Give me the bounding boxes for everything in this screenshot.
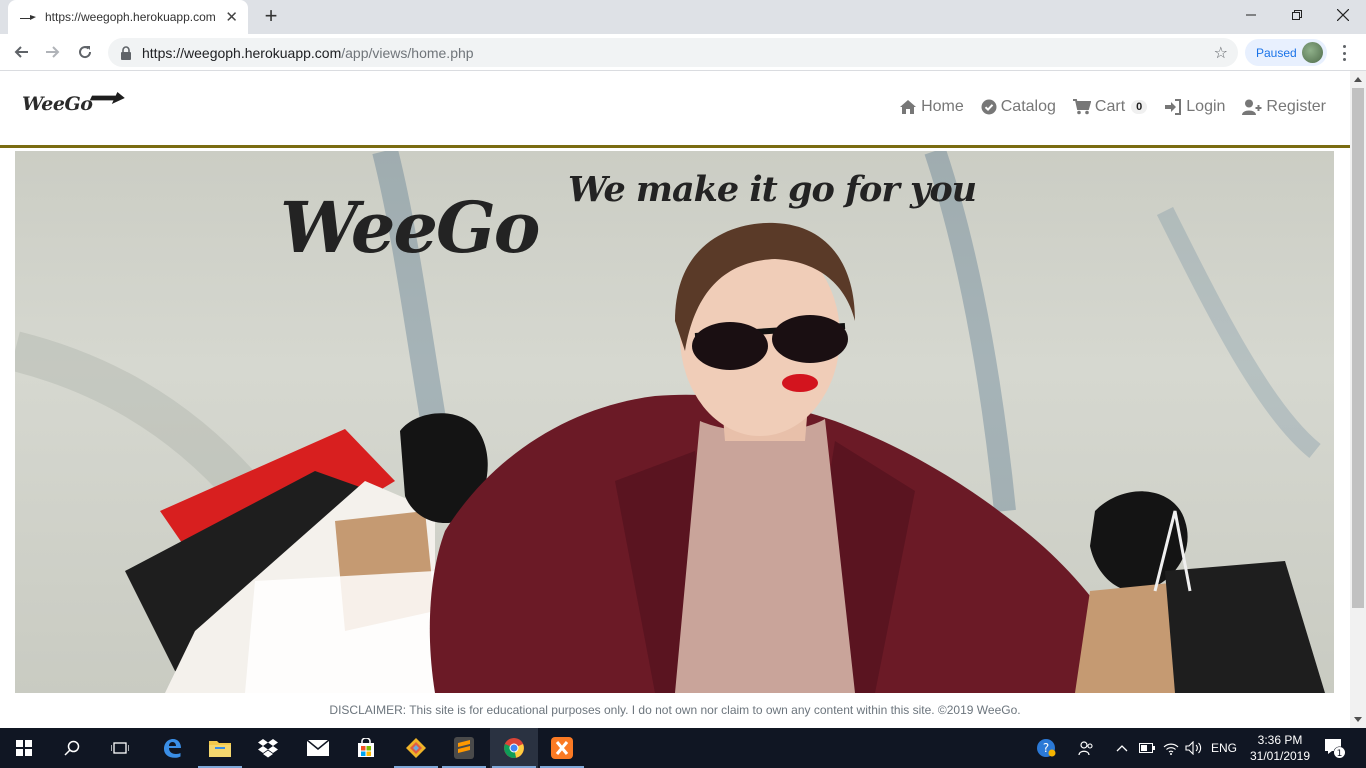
nav-catalog-label: Catalog [1000,98,1056,115]
page-viewport: WeeGo Home Catalog Cart 0 Login Register… [0,71,1350,728]
chevron-up-icon[interactable] [1112,728,1132,768]
nav-cart-label: Cart [1094,98,1126,115]
cart-count-badge: 0 [1131,100,1148,114]
address-bar[interactable]: https://weegoph.herokuapp.com/app/views/… [108,38,1238,67]
wifi-icon[interactable] [1160,728,1182,768]
nav-register-label: Register [1266,98,1326,115]
check-circle-icon [981,99,997,115]
brand-logo[interactable]: WeeGo [22,93,122,115]
system-clock[interactable]: 3:36 PM 31/01/2019 [1244,732,1316,764]
forward-arrow-icon[interactable] [40,39,66,65]
mail-icon[interactable] [294,728,342,768]
close-window-icon[interactable] [1320,0,1366,30]
tab-close-icon[interactable]: ✕ [225,8,238,26]
clock-time: 3:36 PM [1257,733,1303,747]
clock-date: 31/01/2019 [1249,749,1311,763]
page-scrollbar[interactable] [1350,71,1366,728]
browser-tab[interactable]: https://weegoph.herokuapp.com ✕ [8,0,248,34]
scrollbar-thumb[interactable] [1352,88,1364,608]
xampp-icon[interactable] [538,728,586,768]
profile-button[interactable]: Paused [1245,39,1327,66]
svg-text:?: ? [1043,741,1049,755]
minimize-icon[interactable] [1228,0,1274,30]
dropbox-icon[interactable] [244,728,292,768]
notification-count: 1 [1337,749,1343,759]
task-view-icon[interactable] [96,728,144,768]
nav-home-label: Home [921,98,964,115]
home-icon [900,100,917,114]
brand-name: WeeGo [22,93,93,115]
chrome-icon[interactable] [490,728,538,768]
windows-start-icon[interactable] [0,728,48,768]
brand-arrow-icon [88,92,128,104]
git-icon[interactable] [392,728,440,768]
browser-toolbar: https://weegoph.herokuapp.com/app/views/… [0,34,1366,71]
nav-home[interactable]: Home [899,98,964,116]
help-icon[interactable]: ? [1032,728,1060,768]
new-tab-button[interactable]: + [258,4,284,30]
restore-icon[interactable] [1274,0,1320,30]
search-icon[interactable] [48,728,96,768]
bookmark-star-icon[interactable]: ☆ [1214,43,1228,63]
people-icon[interactable] [1074,728,1098,768]
tab-strip: https://weegoph.herokuapp.com ✕ + [0,0,1366,34]
hero-tagline: We make it go for you [568,169,977,210]
url-path: /app/views/home.php [341,44,474,61]
nav-cart[interactable]: Cart 0 [1072,98,1148,116]
scroll-down-icon[interactable] [1354,717,1362,722]
hero-banner: WeeGo We make it go for you [15,151,1334,693]
tab-title: https://weegoph.herokuapp.com [45,10,216,24]
battery-icon[interactable] [1136,728,1158,768]
store-icon[interactable] [342,728,390,768]
language-indicator[interactable]: ENG [1208,728,1240,768]
nav-register[interactable]: Register [1242,98,1326,116]
hero-title: WeeGo [280,186,540,269]
reload-icon[interactable] [72,39,98,65]
windows-taskbar: ? ENG 3:36 PM 31/01/2019 1 [0,728,1366,768]
nav-login-label: Login [1186,98,1226,115]
site-favicon-icon [20,12,36,22]
back-arrow-icon[interactable] [8,39,34,65]
scroll-up-icon[interactable] [1354,77,1362,82]
file-explorer-icon[interactable] [196,728,244,768]
sign-in-icon [1165,99,1182,115]
url-host: https://weegoph.herokuapp.com [142,44,342,61]
action-center-icon[interactable]: 1 [1320,728,1350,768]
lock-icon [121,45,131,60]
cart-icon [1072,99,1091,115]
avatar [1302,42,1323,63]
sublime-icon[interactable] [440,728,488,768]
profile-status: Paused [1256,45,1297,60]
nav-catalog[interactable]: Catalog [981,98,1056,116]
volume-icon[interactable] [1182,728,1206,768]
nav-login[interactable]: Login [1164,98,1225,116]
browser-menu-icon[interactable] [1336,43,1352,63]
footer-disclaimer: DISCLAIMER: This site is for educational… [329,703,1021,717]
edge-icon[interactable] [148,728,196,768]
user-plus-icon [1242,99,1262,115]
hero-photo [15,151,1325,693]
nav-menu: Home Catalog Cart 0 Login Register [882,98,1326,116]
site-navbar: WeeGo Home Catalog Cart 0 Login Register [0,71,1350,148]
